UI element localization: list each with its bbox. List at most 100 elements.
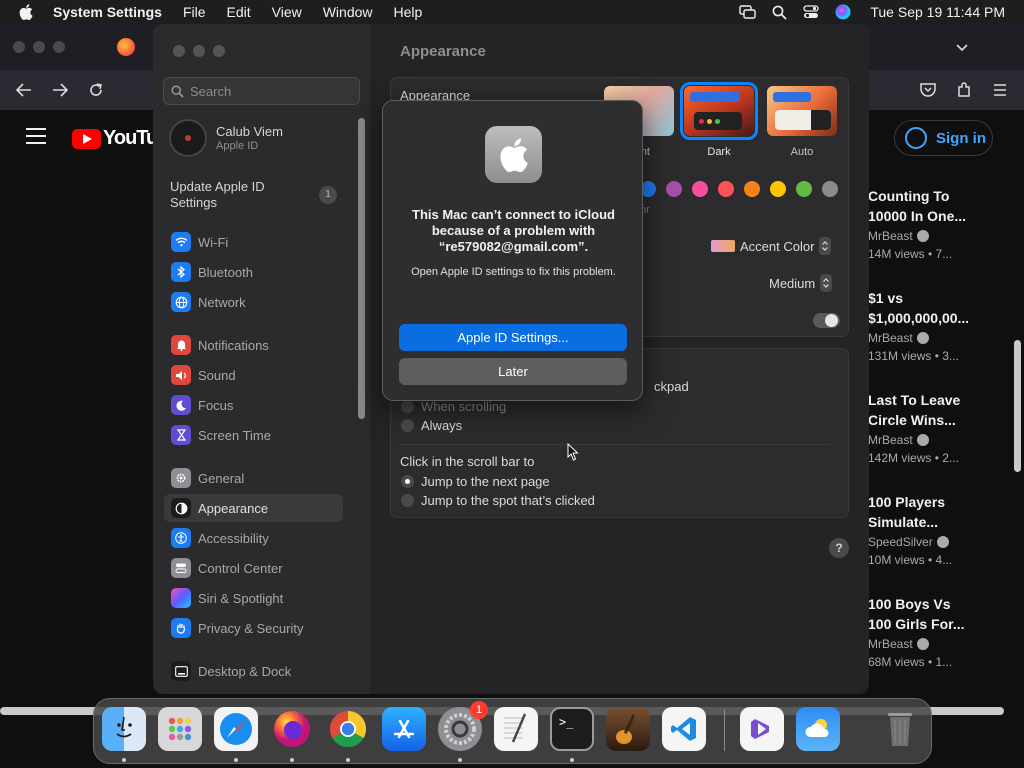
vscode-icon[interactable] (662, 707, 706, 751)
sidebar-item-network[interactable]: Network (164, 288, 343, 316)
chevron-down-icon[interactable] (952, 37, 972, 57)
menu-icon[interactable] (990, 80, 1010, 100)
running-indicator (290, 758, 294, 762)
radio-jump-next-page[interactable]: Jump to the next page (401, 474, 550, 489)
firefox-tab-icon[interactable] (117, 38, 135, 56)
video-item[interactable]: 100 Boys Vs 100 Girls For... MrBeast 68M… (868, 594, 1018, 669)
extensions-icon[interactable] (954, 80, 974, 100)
safari-icon[interactable] (214, 707, 258, 751)
apple-logo-icon (485, 126, 542, 183)
video-item[interactable]: 100 Players Simulate... SpeedSilver 10M … (868, 492, 1018, 567)
user-icon (905, 127, 927, 149)
sign-in-button[interactable]: Sign in (894, 120, 993, 156)
menu-help[interactable]: Help (394, 4, 423, 20)
apple-id-settings-button[interactable]: Apple ID Settings... (399, 324, 627, 351)
apple-id-account[interactable]: Calub Viem Apple ID (169, 119, 283, 157)
control-center-icon[interactable] (802, 3, 820, 21)
window-zoom-icon[interactable] (53, 41, 65, 53)
sidebar-icon-size-popup[interactable]: Medium (769, 272, 833, 294)
search-field[interactable] (163, 77, 360, 105)
radio-button (401, 419, 414, 432)
window-close-icon[interactable] (13, 41, 25, 53)
highlight-color-value: Accent Color (740, 238, 815, 254)
highlight-color-popup[interactable]: Accent Color (711, 235, 832, 257)
video-item[interactable]: Last To Leave Circle Wins... MrBeast 142… (868, 390, 1018, 465)
menu-view[interactable]: View (272, 4, 302, 20)
sidebar-item-appearance[interactable]: Appearance (164, 494, 343, 522)
pocket-icon[interactable] (918, 80, 938, 100)
sidebar-item-sound[interactable]: Sound (164, 361, 343, 389)
apple-menu-icon[interactable] (16, 4, 36, 20)
sidebar-item-desktop-dock[interactable]: Desktop & Dock (164, 657, 343, 685)
wallpaper-tinting-toggle[interactable] (813, 313, 840, 328)
window-minimize-icon[interactable] (33, 41, 45, 53)
spotlight-search-icon[interactable] (770, 3, 788, 21)
radio-always[interactable]: Always (401, 418, 462, 433)
siri-icon[interactable] (834, 3, 852, 21)
accent-color-swatch[interactable] (692, 181, 708, 197)
update-apple-id-item[interactable]: Update Apple ID Settings 1 (170, 179, 360, 211)
video-item[interactable]: $1 vs $1,000,000,00... MrBeast 131M view… (868, 288, 1018, 363)
account-subtitle: Apple ID (216, 140, 259, 152)
menu-edit[interactable]: Edit (227, 4, 251, 20)
garageband-icon[interactable] (606, 707, 650, 751)
theme-auto[interactable]: Auto (767, 86, 837, 158)
screen-mirroring-icon[interactable] (738, 3, 756, 21)
chrome-icon[interactable] (326, 707, 370, 751)
sidebar-item-control-center[interactable]: Control Center (164, 554, 343, 582)
verified-icon (916, 332, 929, 344)
menu-window[interactable]: Window (323, 4, 373, 20)
back-arrow-icon[interactable] (14, 80, 34, 100)
sidebar-item-screen-time[interactable]: Screen Time (164, 421, 343, 449)
trash-icon[interactable] (878, 707, 922, 751)
sidebar-scrollbar[interactable] (358, 118, 365, 419)
sidebar-item-siri-spotlight[interactable]: Siri & Spotlight (164, 584, 343, 612)
video-item[interactable]: Counting To 10000 In One... MrBeast 14M … (868, 186, 1018, 261)
accent-color-swatch[interactable] (744, 181, 760, 197)
clock[interactable]: Tue Sep 19 11:44 PM (870, 4, 1005, 20)
weather-icon[interactable] (796, 707, 840, 751)
video-channel: MrBeast (868, 433, 913, 447)
finder-icon[interactable] (102, 707, 146, 751)
accent-color-swatch[interactable] (796, 181, 812, 197)
system-settings-icon[interactable]: 1 (438, 701, 488, 751)
hamburger-menu-icon[interactable] (26, 128, 46, 144)
accent-color-swatch[interactable] (666, 181, 682, 197)
launchpad-icon[interactable] (158, 707, 202, 751)
app-store-icon[interactable] (382, 707, 426, 751)
theme-dark[interactable]: Dark (680, 82, 758, 158)
radio-jump-spot-clicked[interactable]: Jump to the spot that’s clicked (401, 493, 595, 508)
help-button[interactable]: ? (829, 538, 849, 558)
sidebar-item-privacy-security[interactable]: Privacy & Security (164, 614, 343, 642)
forward-arrow-icon[interactable] (50, 80, 70, 100)
minimize-window-icon[interactable] (193, 45, 205, 57)
hourglass-icon (171, 425, 191, 445)
reload-icon[interactable] (86, 80, 106, 100)
sidebar-item-accessibility[interactable]: Accessibility (164, 524, 343, 552)
accent-color-swatch[interactable] (718, 181, 734, 197)
close-window-icon[interactable] (173, 45, 185, 57)
menu-file[interactable]: File (183, 4, 206, 20)
accent-color-swatch[interactable] (770, 181, 786, 197)
firefox-icon[interactable] (270, 707, 314, 751)
zoom-window-icon[interactable] (213, 45, 225, 57)
running-indicator (458, 758, 462, 762)
sidebar-item-focus[interactable]: Focus (164, 391, 343, 419)
later-button[interactable]: Later (399, 358, 627, 385)
running-indicator (570, 758, 574, 762)
textedit-icon[interactable] (494, 707, 538, 751)
accent-color-swatch[interactable] (822, 181, 838, 197)
sidebar-item-label: Sound (198, 367, 236, 383)
sidebar-item-bluetooth[interactable]: Bluetooth (164, 258, 343, 286)
search-input[interactable] (190, 83, 350, 99)
theme-label: Auto (790, 146, 814, 158)
sidebar-item-general[interactable]: General (164, 464, 343, 492)
page-scrollbar-vertical[interactable] (1014, 340, 1021, 472)
app-name-menu[interactable]: System Settings (53, 4, 162, 20)
show-scroll-bars-label-fragment: ckpad (654, 379, 689, 394)
visual-studio-icon[interactable] (740, 707, 784, 751)
radio-when-scrolling[interactable]: When scrolling (401, 399, 506, 414)
sidebar-item-wifi[interactable]: Wi-Fi (164, 228, 343, 256)
sidebar-item-notifications[interactable]: Notifications (164, 331, 343, 359)
terminal-icon[interactable]: >_ (550, 707, 594, 751)
